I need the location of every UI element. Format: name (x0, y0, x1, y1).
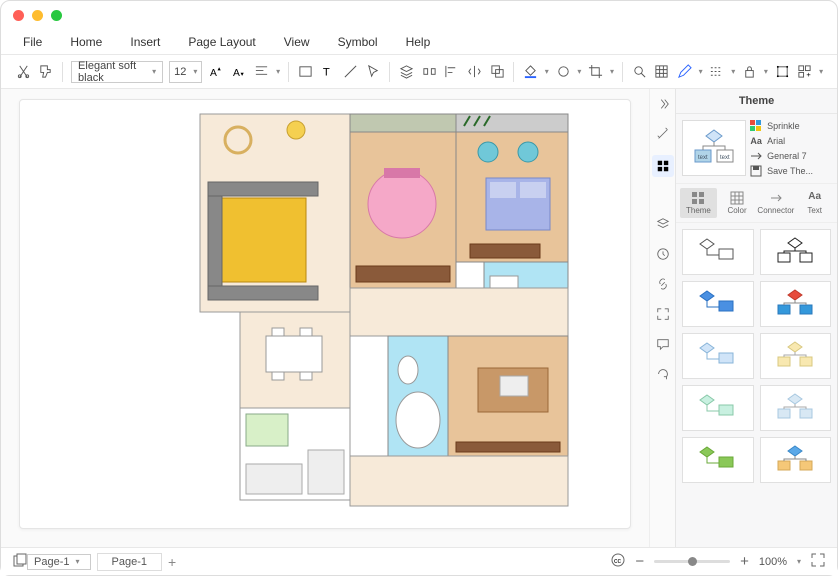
theme-thumb[interactable] (682, 385, 753, 431)
canvas-area[interactable] (1, 89, 649, 547)
theme-title: Theme (676, 89, 837, 114)
svg-text:text: text (698, 155, 708, 161)
svg-text:▴: ▴ (218, 66, 222, 73)
search-icon[interactable] (631, 62, 648, 82)
zoom-out-icon[interactable]: − (635, 553, 644, 570)
opt-arial[interactable]: AaArial (750, 135, 831, 147)
theme-thumb[interactable] (760, 437, 831, 483)
theme-thumb[interactable] (760, 281, 831, 327)
wand-icon[interactable] (654, 125, 672, 143)
cc-icon[interactable]: cc (611, 553, 625, 570)
comment-icon[interactable] (654, 335, 672, 353)
svg-text:A: A (233, 68, 240, 79)
theme-thumb[interactable] (682, 281, 753, 327)
opt-save[interactable]: Save The... (750, 165, 831, 177)
fill-icon[interactable] (522, 62, 539, 82)
pointer-icon[interactable] (365, 62, 382, 82)
svg-text:cc: cc (614, 558, 622, 565)
svg-text:+: + (807, 70, 812, 79)
flip-icon[interactable] (466, 62, 483, 82)
link-icon[interactable] (654, 275, 672, 293)
zoom-in-icon[interactable]: + (740, 553, 749, 570)
theme-thumb[interactable] (760, 385, 831, 431)
zoom-value: 100% (759, 556, 787, 568)
menu-symbol[interactable]: Symbol (338, 35, 378, 49)
menu-file[interactable]: File (23, 35, 42, 49)
opt-general[interactable]: General 7 (750, 150, 831, 162)
menu-home[interactable]: Home (70, 35, 102, 49)
crop-icon[interactable] (587, 62, 604, 82)
add-page-icon[interactable]: + (168, 554, 176, 570)
side-action-bar (649, 89, 675, 547)
close-dot[interactable] (13, 10, 24, 21)
circle-tool-icon[interactable] (555, 62, 572, 82)
pages-icon[interactable] (13, 553, 27, 570)
page-tab[interactable]: Page-1 (97, 553, 162, 571)
font-size: 12 (174, 66, 186, 78)
menu-page-layout[interactable]: Page Layout (188, 35, 255, 49)
menu-help[interactable]: Help (406, 35, 431, 49)
theme-thumb[interactable] (682, 437, 753, 483)
increase-font-icon[interactable]: A▴ (208, 62, 225, 82)
page-canvas[interactable] (19, 99, 631, 529)
layers-icon[interactable] (398, 62, 415, 82)
distribute-icon[interactable] (421, 62, 438, 82)
tab-color[interactable]: Color (719, 188, 756, 218)
refresh-icon[interactable] (654, 365, 672, 383)
format-painter-icon[interactable] (38, 62, 55, 82)
menu-insert[interactable]: Insert (130, 35, 160, 49)
theme-thumb[interactable] (760, 229, 831, 275)
grid-icon[interactable] (652, 155, 674, 177)
collapse-icon[interactable] (654, 95, 672, 113)
tab-text[interactable]: AaText (796, 188, 833, 218)
align-icon[interactable] (254, 62, 271, 82)
floorplan-drawing[interactable] (188, 108, 574, 528)
theme-thumb[interactable] (682, 229, 753, 275)
rectangle-icon[interactable] (297, 62, 314, 82)
window-titlebar (1, 1, 837, 29)
theme-panel: Theme text text Sprinkle AaArial General … (675, 89, 837, 547)
line-style-icon[interactable] (709, 62, 726, 82)
menu-view[interactable]: View (284, 35, 310, 49)
font-select[interactable]: Elegant soft black▾ (71, 61, 163, 83)
maximize-dot[interactable] (51, 10, 62, 21)
menu-bar: File Home Insert Page Layout View Symbol… (1, 29, 837, 55)
font-name: Elegant soft black (78, 60, 152, 84)
cut-icon[interactable] (15, 62, 32, 82)
toolbar: Elegant soft black▾ 12▾ A▴ A▾ ▾ T ▾ ▾ ▾ … (1, 55, 837, 89)
more-icon[interactable]: + (797, 62, 814, 82)
history-icon[interactable] (654, 245, 672, 263)
svg-text:T: T (323, 66, 330, 78)
theme-thumb[interactable] (682, 333, 753, 379)
lock-icon[interactable] (741, 62, 758, 82)
theme-preview: text text (682, 120, 746, 176)
text-icon[interactable]: T (320, 62, 337, 82)
svg-text:A: A (210, 68, 217, 79)
font-size-select[interactable]: 12▾ (169, 61, 202, 83)
table-icon[interactable] (653, 62, 670, 82)
theme-thumb[interactable] (760, 333, 831, 379)
zoom-slider[interactable] (654, 560, 730, 563)
opt-sprinkle[interactable]: Sprinkle (750, 120, 831, 132)
artboard-icon[interactable] (774, 62, 791, 82)
group-icon[interactable] (489, 62, 506, 82)
minimize-dot[interactable] (32, 10, 43, 21)
svg-text:▾: ▾ (240, 71, 244, 78)
fullscreen-icon[interactable] (811, 553, 825, 570)
tab-theme[interactable]: Theme (680, 188, 717, 218)
page-select[interactable]: Page-1▾ (27, 554, 91, 570)
layers-side-icon[interactable] (654, 215, 672, 233)
line-icon[interactable] (342, 62, 359, 82)
status-bar: Page-1▾ Page-1 + cc − + 100%▾ (1, 547, 837, 575)
align-left-icon[interactable] (443, 62, 460, 82)
pencil-icon[interactable] (676, 62, 693, 82)
theme-thumbnails (676, 223, 837, 547)
tab-connector[interactable]: Connector (757, 188, 794, 218)
svg-text:text: text (720, 155, 730, 161)
expand-icon[interactable] (654, 305, 672, 323)
decrease-font-icon[interactable]: A▾ (231, 62, 248, 82)
